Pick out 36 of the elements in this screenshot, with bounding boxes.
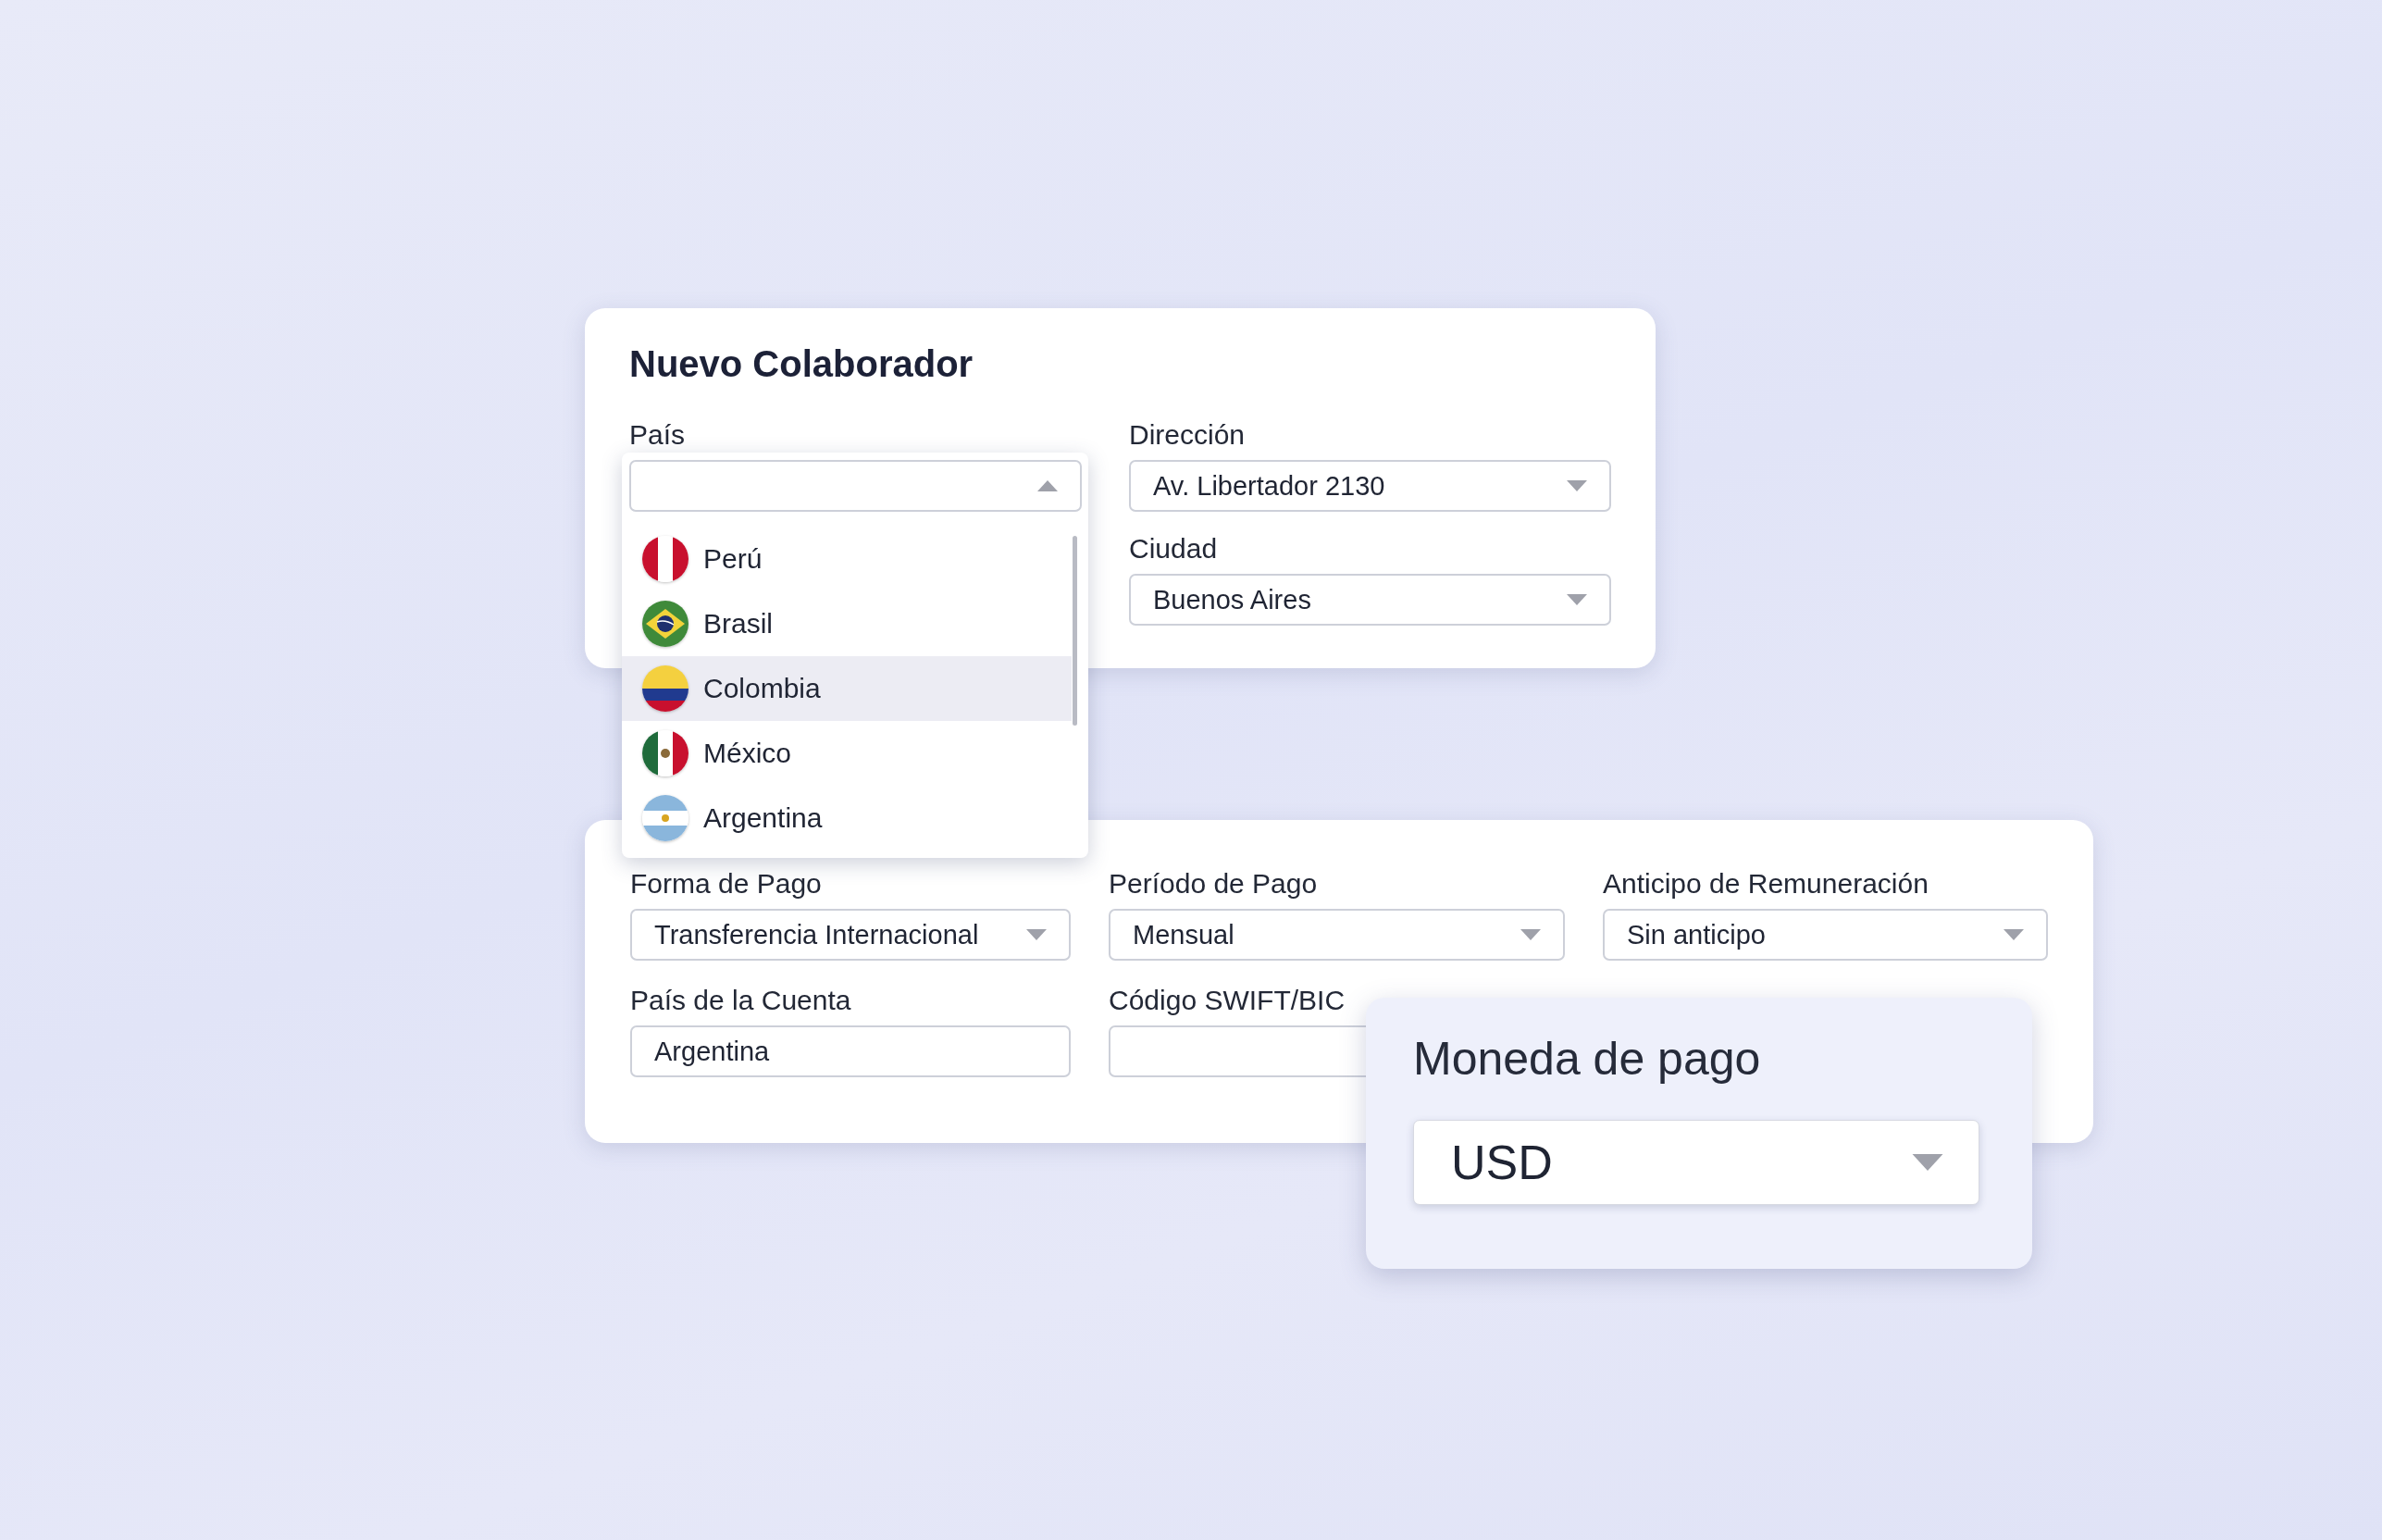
country-option[interactable]: Perú	[622, 527, 1072, 591]
field-label: Código SWIFT/BIC	[1109, 984, 1346, 1017]
caret-icon	[1567, 480, 1587, 491]
field-label: País	[629, 418, 687, 452]
field-label: Anticipo de Remuneración	[1603, 867, 1929, 900]
select-field[interactable]: Av. Libertador 2130	[1129, 460, 1611, 512]
caret-icon	[1567, 594, 1587, 605]
caret-icon	[2004, 929, 2024, 940]
input-field[interactable]: Argentina	[630, 1025, 1071, 1077]
select-field[interactable]: Sin anticipo	[1603, 909, 2048, 961]
field-label: Moneda de pago	[1413, 1032, 1761, 1087]
caret-icon	[1037, 480, 1058, 491]
caret-icon	[1520, 929, 1541, 940]
field-label: Ciudad	[1129, 532, 1219, 565]
field-label: Período de Pago	[1109, 867, 1319, 900]
country-option[interactable]: México	[622, 721, 1072, 786]
select-field[interactable]: USD	[1413, 1120, 1979, 1205]
flag-icon	[642, 795, 689, 841]
select-field[interactable]: Transferencia Internacional	[630, 909, 1071, 961]
flag-icon	[642, 730, 689, 776]
flag-icon	[642, 601, 689, 647]
caret-icon	[1912, 1154, 1943, 1171]
country-option[interactable]: Argentina	[622, 786, 1072, 851]
country-option[interactable]: Brasil	[622, 591, 1072, 656]
field-label: Forma de Pago	[630, 867, 823, 900]
field-label: País de la Cuenta	[630, 984, 852, 1017]
caret-icon	[1026, 929, 1047, 940]
flag-icon	[642, 665, 689, 712]
field-label: Dirección	[1129, 418, 1247, 452]
country-option[interactable]: Colombia	[622, 656, 1072, 721]
select-field[interactable]: Buenos Aires	[1129, 574, 1611, 626]
flag-icon	[642, 536, 689, 582]
select-field[interactable]	[629, 460, 1082, 512]
select-field[interactable]: Mensual	[1109, 909, 1565, 961]
scrollbar[interactable]	[1073, 536, 1077, 726]
form-title: Nuevo Colaborador	[629, 342, 974, 386]
